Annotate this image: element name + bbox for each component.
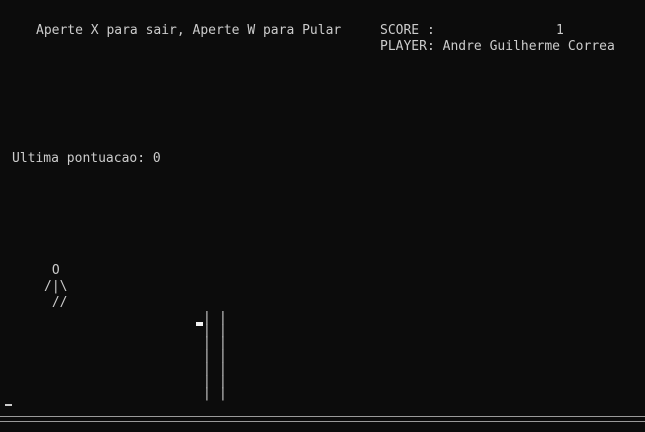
console-cursor-block (196, 322, 203, 326)
obstacle-left-wall: | | | | | | | (203, 310, 211, 402)
ground-line (0, 416, 645, 422)
score-value: 1 (556, 23, 564, 38)
player-stick-figure: O /|\ // (44, 263, 68, 310)
last-score-text: Ultima pontuacao: 0 (12, 151, 161, 166)
obstacle-right-wall: | | | | | | | (219, 310, 227, 402)
prompt-cursor (5, 404, 12, 406)
player-name-text: PLAYER: Andre Guilherme Correa (380, 39, 615, 54)
instructions-text: Aperte X para sair, Aperte W para Pular (36, 23, 342, 38)
score-label: SCORE : (380, 23, 435, 38)
